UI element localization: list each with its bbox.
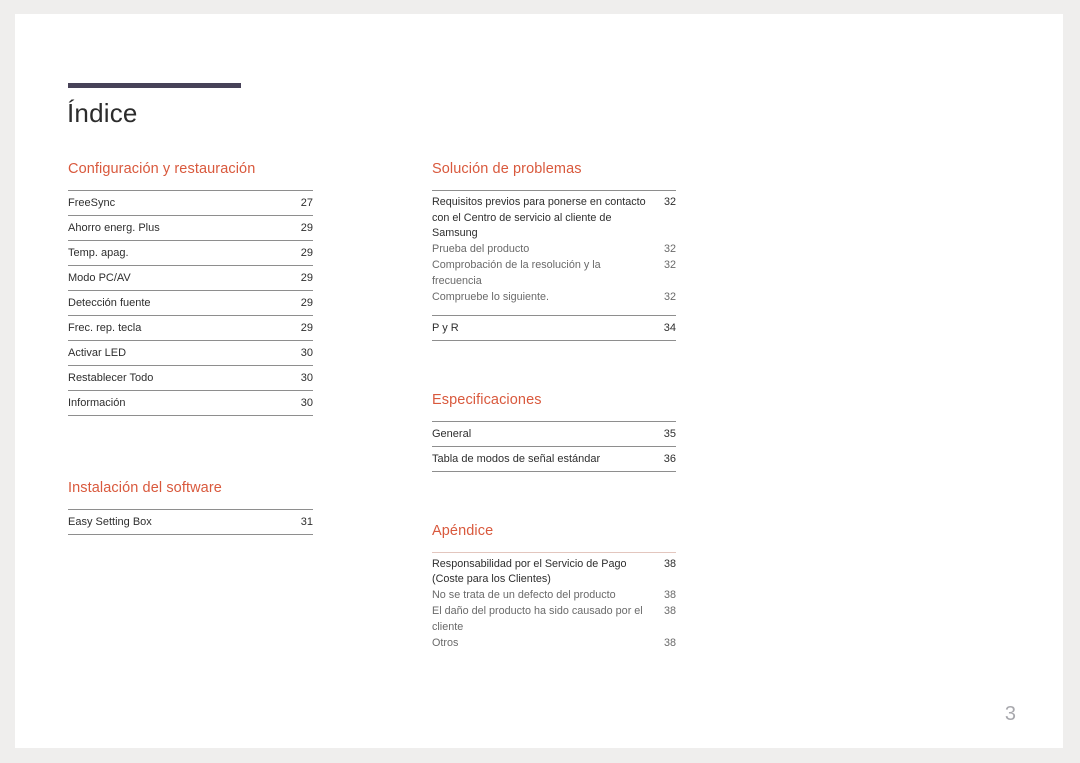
toc-entry[interactable]: P y R 34	[432, 314, 676, 341]
toc-section-especificaciones: Especificaciones General 35 Tabla de mod…	[432, 391, 676, 472]
toc-entry-page: 30	[300, 347, 313, 359]
page-card: Índice Configuración y restauración Free…	[15, 14, 1063, 748]
toc-section-solucion-de-problemas: Solución de problemas Requisitos previos…	[432, 160, 676, 341]
toc-entry[interactable]: Modo PC/AV 29	[68, 266, 313, 291]
toc-entry-label: Tabla de modos de señal estándar	[432, 452, 601, 465]
toc-entry-label: Modo PC/AV	[68, 272, 131, 284]
toc-entry[interactable]: Temp. apag. 29	[68, 241, 313, 266]
toc-entry-page: 35	[663, 427, 676, 440]
section-entries: Easy Setting Box 31	[68, 509, 313, 535]
toc-entry[interactable]: Activar LED 30	[68, 341, 313, 366]
toc-entry-page: 29	[300, 247, 313, 259]
toc-entry[interactable]: El daño del producto ha sido causado por…	[432, 604, 676, 636]
toc-entry-page: 30	[300, 397, 313, 409]
toc-entry-page: 27	[300, 197, 313, 209]
page-number: 3	[1004, 703, 1016, 725]
toc-entry-label: General	[432, 427, 472, 440]
section-entries: General 35 Tabla de modos de señal están…	[432, 420, 676, 472]
toc-entry-label: Frec. rep. tecla	[68, 322, 142, 334]
section-heading[interactable]: Especificaciones	[432, 391, 676, 421]
section-entries: Requisitos previos para ponerse en conta…	[432, 190, 676, 341]
toc-entry[interactable]: Easy Setting Box 31	[68, 510, 313, 535]
toc-entry-label: Otros	[432, 637, 459, 649]
toc-entry[interactable]: Prueba del producto 32	[432, 242, 676, 259]
toc-entry[interactable]: Información 30	[68, 391, 313, 416]
section-heading[interactable]: Apéndice	[432, 522, 676, 552]
toc-entry[interactable]: Restablecer Todo 30	[68, 366, 313, 391]
title-rule	[68, 83, 241, 88]
toc-entry-page: 32	[663, 242, 676, 255]
toc-entry-page: 30	[300, 372, 313, 384]
toc-section-apendice: Apéndice Responsabilidad por el Servicio…	[432, 522, 676, 653]
page-title: Índice	[67, 98, 138, 128]
toc-entry[interactable]: FreeSync 27	[68, 191, 313, 216]
section-entries: Responsabilidad por el Servicio de Pago …	[432, 551, 676, 653]
toc-entry-page: 29	[300, 222, 313, 234]
entry-group-spacer	[432, 307, 676, 315]
toc-entry-label: P y R	[432, 321, 459, 334]
toc-entry-page: 38	[663, 557, 676, 570]
toc-entry-label: Requisitos previos para ponerse en conta…	[432, 196, 646, 239]
toc-entry-page: 32	[663, 291, 676, 303]
section-entries: FreeSync 27 Ahorro energ. Plus 29 Temp. …	[68, 190, 313, 416]
toc-entry-label: Detección fuente	[68, 297, 151, 309]
toc-entry-page: 29	[300, 272, 313, 284]
toc-entry[interactable]: Ahorro energ. Plus 29	[68, 216, 313, 241]
toc-entry-label: Compruebe lo siguiente.	[432, 291, 550, 303]
toc-entry-label: Información	[68, 397, 126, 409]
toc-entry-page: 38	[663, 637, 676, 649]
toc-entry-label: Activar LED	[68, 347, 127, 359]
toc-entry-label: Ahorro energ. Plus	[68, 222, 160, 234]
toc-entry-page: 32	[663, 196, 676, 208]
toc-entry-page: 38	[663, 588, 676, 601]
toc-entry-label: Restablecer Todo	[68, 372, 154, 384]
toc-entry[interactable]: General 35	[432, 422, 676, 447]
toc-entry-label: Prueba del producto	[432, 242, 530, 255]
toc-entry[interactable]: Compruebe lo siguiente. 32	[432, 290, 676, 307]
toc-section-configuracion-y-restauracion: Configuración y restauración FreeSync 27…	[68, 160, 313, 416]
section-heading[interactable]: Solución de problemas	[432, 160, 676, 190]
section-heading[interactable]: Configuración y restauración	[68, 160, 313, 190]
toc-entry[interactable]: Tabla de modos de señal estándar 36	[432, 447, 676, 472]
toc-entry[interactable]: Otros 38	[432, 636, 676, 653]
toc-entry[interactable]: Requisitos previos para ponerse en conta…	[432, 191, 676, 242]
toc-entry-label: Easy Setting Box	[68, 516, 152, 528]
toc-entry-page: 29	[300, 322, 313, 334]
toc-entry[interactable]: Detección fuente 29	[68, 291, 313, 316]
toc-column-right: Solución de problemas Requisitos previos…	[432, 160, 676, 653]
toc-entry-page: 34	[663, 321, 676, 334]
toc-entry-page: 38	[663, 605, 676, 617]
toc-entry-page: 31	[300, 516, 313, 528]
toc-entry[interactable]: Comprobación de la resolución y la frecu…	[432, 258, 676, 290]
toc-section-instalacion-del-software: Instalación del software Easy Setting Bo…	[68, 479, 313, 535]
toc-entry-page: 32	[663, 259, 676, 271]
toc-entry-label: Comprobación de la resolución y la frecu…	[432, 259, 601, 287]
toc-entry-label: El daño del producto ha sido causado por…	[432, 605, 643, 633]
toc-entry-label: No se trata de un defecto del producto	[432, 588, 616, 601]
section-heading[interactable]: Instalación del software	[68, 479, 313, 509]
toc-entry-label: Temp. apag.	[68, 247, 129, 259]
toc-entry-page: 36	[663, 452, 676, 465]
toc-entry-page: 29	[300, 297, 313, 309]
toc-column-left: Configuración y restauración FreeSync 27…	[68, 160, 313, 535]
toc-entry-label: FreeSync	[68, 197, 116, 209]
toc-entry[interactable]: Responsabilidad por el Servicio de Pago …	[432, 553, 676, 588]
toc-entry-label: Responsabilidad por el Servicio de Pago …	[432, 557, 627, 586]
toc-entry[interactable]: No se trata de un defecto del producto 3…	[432, 588, 676, 605]
toc-entry[interactable]: Frec. rep. tecla 29	[68, 316, 313, 341]
